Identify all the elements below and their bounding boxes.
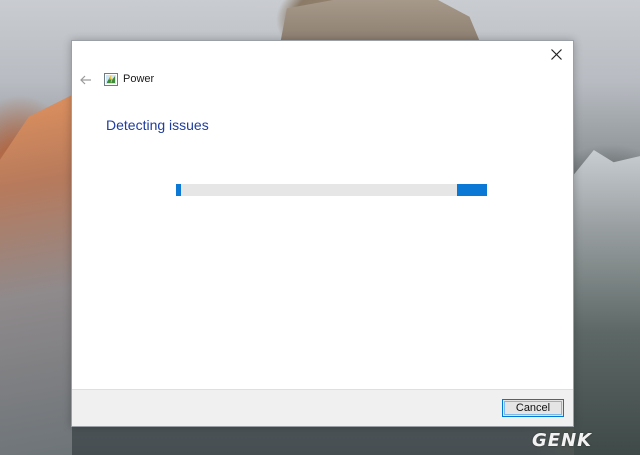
progress-indicator-segment	[457, 184, 487, 196]
progress-bar	[176, 184, 487, 196]
power-troubleshooter-icon	[104, 73, 118, 86]
cancel-button-label: Cancel	[515, 402, 551, 414]
wallpaper-rock-dome	[280, 0, 480, 42]
cancel-button[interactable]: Cancel	[502, 399, 564, 417]
progress-indicator-segment	[176, 184, 181, 196]
back-button[interactable]	[78, 72, 94, 88]
wallpaper-mountain-left	[0, 95, 72, 455]
dialog-footer: Cancel	[72, 389, 573, 426]
close-button[interactable]	[539, 41, 573, 67]
status-heading: Detecting issues	[106, 117, 209, 133]
genk-watermark-logo: GENK	[532, 430, 593, 451]
back-arrow-icon	[80, 75, 91, 85]
troubleshooter-dialog: Power Detecting issues Cancel	[71, 40, 574, 427]
close-icon	[550, 48, 562, 60]
wallpaper-mountain-right	[574, 150, 640, 455]
window-title: Power	[123, 73, 155, 85]
